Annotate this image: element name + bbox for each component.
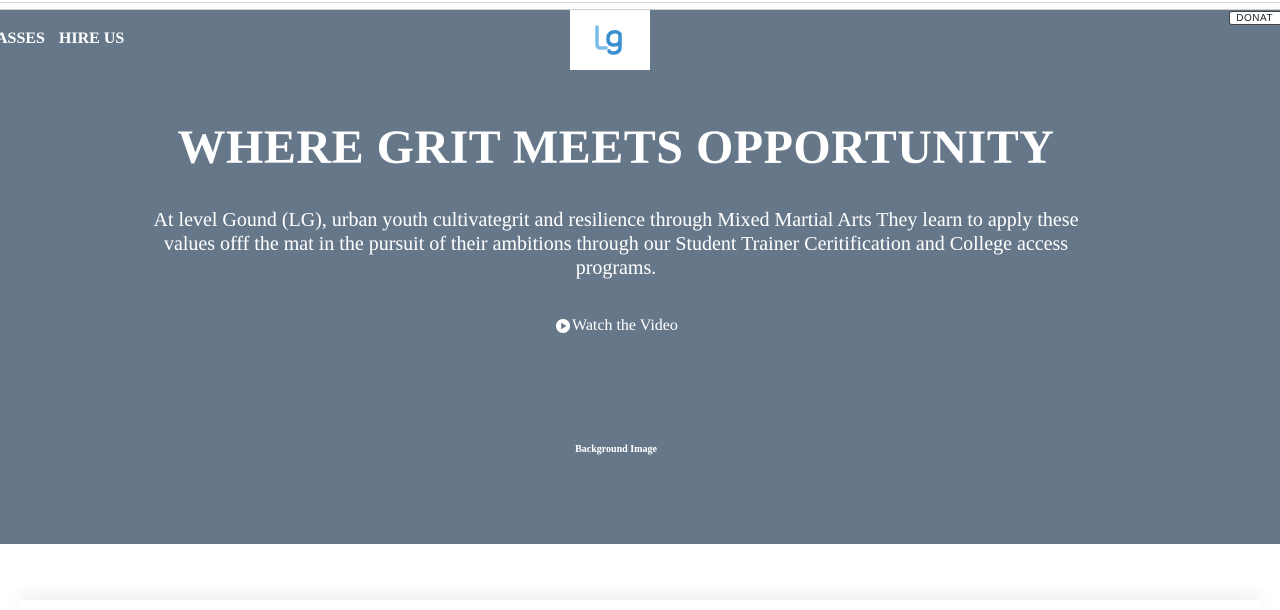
watch-video-label: Watch the Video [572, 317, 678, 334]
next-section-shadow [20, 600, 1260, 610]
hero-section: ASSES HIRE US DONAT WHERE GRIT MEETS OPP… [0, 10, 1280, 544]
divider [0, 2, 1280, 3]
top-rule [0, 0, 1280, 10]
logo[interactable] [570, 10, 650, 70]
nav-item-hire-us[interactable]: HIRE US [59, 30, 124, 48]
play-circle-icon [556, 319, 570, 333]
donate-button[interactable]: DONAT [1229, 11, 1280, 25]
hero-tagline: At level Gound (LG), urban youth cultiva… [153, 209, 1079, 279]
main-nav: ASSES HIRE US [0, 30, 124, 48]
background-image-label: Background Image [575, 444, 657, 455]
hero-headline: WHERE GRIT MEETS OPPORTUNITY [177, 121, 1055, 174]
watch-video-link[interactable]: Watch the Video [555, 317, 678, 335]
nav-item-classes[interactable]: ASSES [0, 30, 45, 48]
lg-logo-icon [595, 25, 622, 55]
